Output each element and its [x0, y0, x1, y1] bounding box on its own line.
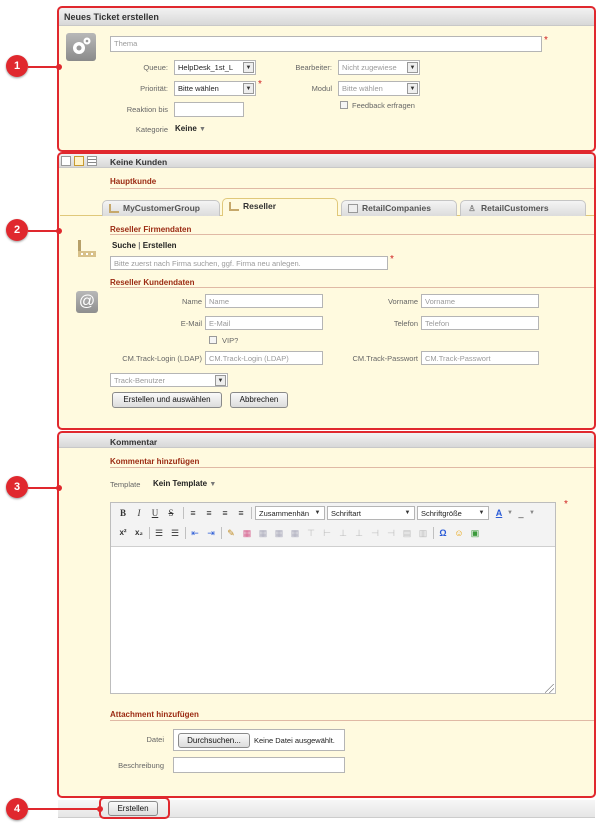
annotation-dot — [56, 228, 62, 234]
annotation-marker-4: 4 — [6, 798, 28, 820]
highlight-box-4 — [99, 797, 170, 819]
annotation-line — [28, 487, 58, 489]
annotation-line — [28, 230, 58, 232]
highlight-box-1 — [57, 6, 596, 152]
annotation-marker-3: 3 — [6, 476, 28, 498]
annotation-dot — [56, 485, 62, 491]
annotation-dot — [56, 64, 62, 70]
highlight-box-2 — [57, 152, 596, 430]
annotation-dot — [97, 806, 103, 812]
annotation-line — [28, 808, 100, 810]
annotation-marker-1: 1 — [6, 55, 28, 77]
annotation-marker-2: 2 — [6, 219, 28, 241]
highlight-box-3 — [57, 431, 596, 798]
annotation-line — [28, 66, 58, 68]
